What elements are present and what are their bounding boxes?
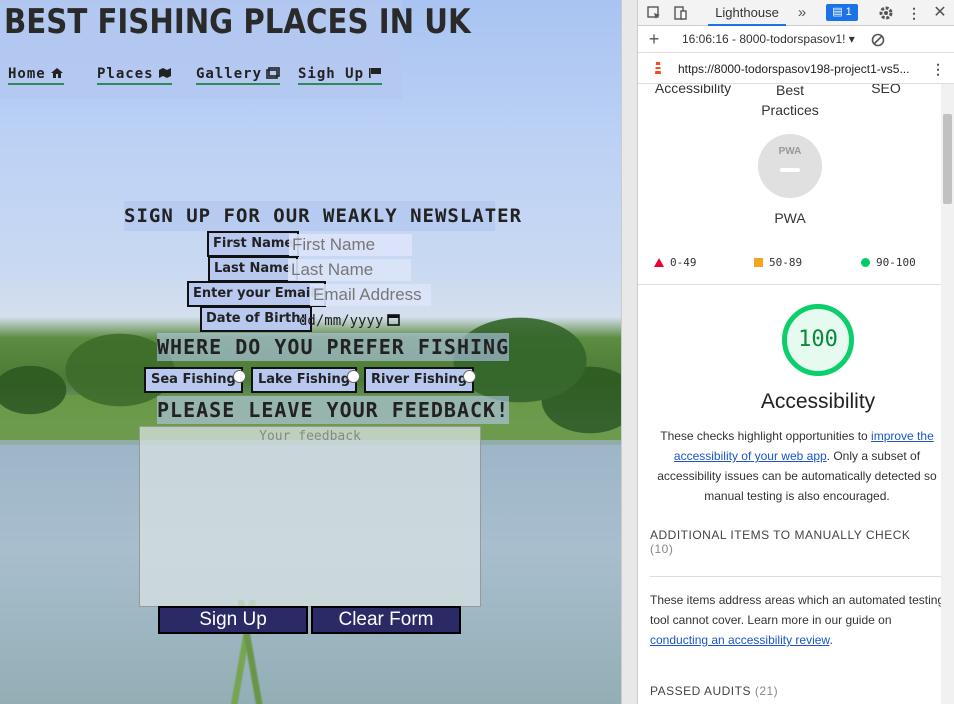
lighthouse-report: Accessibility Best Practices SEO PWA PWA… [638, 84, 941, 704]
places-icon [158, 68, 171, 78]
divider [638, 284, 941, 285]
manual-check-count: (10) [650, 542, 674, 556]
pass-circle-icon [861, 258, 870, 267]
preference-heading: WHERE DO YOU PREFER FISHING [157, 333, 510, 361]
dob-input[interactable]: dd/mm/yyyy [296, 310, 421, 332]
nav-gallery[interactable]: Gallery [196, 66, 281, 85]
sea-fishing-radio[interactable] [233, 370, 246, 383]
accessibility-heading: Accessibility [760, 390, 876, 413]
manual-check-description: These items address areas which an autom… [650, 590, 941, 650]
nav-home-label: Home [8, 66, 46, 82]
more-tabs-icon[interactable]: » [794, 5, 810, 21]
report-url-bar: https://8000-todorspasov198-project1-vs5… [638, 54, 954, 84]
divider [650, 576, 941, 577]
report-menu-icon[interactable]: ⋮ [930, 61, 946, 77]
issues-badge[interactable]: ▤ 1 [826, 4, 858, 21]
settings-icon[interactable] [878, 5, 894, 21]
accessibility-score-gauge: 100 [782, 304, 854, 376]
scroll-thumb[interactable] [943, 114, 952, 204]
clear-reports-icon[interactable] [870, 32, 886, 48]
flag-icon [369, 68, 382, 78]
pwa-gauge[interactable]: PWA [758, 134, 822, 198]
description-text: These checks highlight opportunities to [660, 429, 872, 443]
category-seo[interactable]: SEO [856, 84, 916, 96]
report-selector-label: 16:06:16 - 8000-todorspasov1! [682, 32, 846, 46]
nav-home[interactable]: Home [8, 66, 64, 85]
first-name-label: First Name [207, 231, 300, 257]
nav-places[interactable]: Places [97, 66, 172, 85]
home-icon [50, 68, 63, 78]
accessibility-review-link[interactable]: conducting an accessibility review [650, 633, 829, 647]
river-fishing-radio[interactable] [463, 370, 476, 383]
accessibility-score: 100 [798, 327, 838, 352]
feedback-placeholder: Your feedback [259, 429, 361, 444]
chevron-down-icon: ▾ [848, 32, 855, 46]
feedback-textarea[interactable]: Your feedback [139, 426, 481, 607]
devtools-toolbar: Lighthouse » ▤ 1 ⋮ ✕ [638, 0, 954, 26]
issues-count: 1 [845, 6, 852, 18]
sign-up-button[interactable]: Sign Up [158, 606, 308, 634]
legend-average: 50-89 [754, 256, 802, 269]
passed-audits-section[interactable]: PASSED AUDITS (21) [650, 684, 778, 698]
feedback-heading: PLEASE LEAVE YOUR FEEDBACK! [157, 396, 510, 424]
nav-sign-up[interactable]: Sigh Up [298, 66, 383, 85]
lighthouse-logo-icon [655, 62, 661, 74]
passed-audits-count: (21) [754, 684, 779, 698]
tab-lighthouse[interactable]: Lighthouse [708, 0, 786, 26]
pwa-label: PWA [774, 210, 806, 226]
nav-gallery-label: Gallery [196, 66, 263, 82]
site-title: BEST FISHING PLACES IN UK [4, 2, 471, 42]
more-options-icon[interactable]: ⋮ [906, 5, 922, 21]
inspect-icon[interactable] [646, 5, 662, 21]
legend-fail: 0-49 [654, 256, 697, 269]
last-name-label: Last Name [208, 256, 298, 282]
newsletter-title: SIGN UP FOR OUR WEAKLY NEWSLATER [124, 201, 521, 231]
sea-fishing-label[interactable]: Sea Fishing [144, 367, 243, 393]
clear-form-button[interactable]: Clear Form [311, 606, 461, 634]
lighthouse-toolbar: + 16:06:16 - 8000-todorspasov1! ▾ [638, 27, 954, 53]
pane-divider[interactable] [621, 0, 638, 704]
river-fishing-label[interactable]: River Fishing [364, 367, 475, 393]
new-report-icon[interactable]: + [646, 30, 662, 48]
email-label: Enter your Email: [187, 281, 327, 307]
close-icon[interactable]: ✕ [932, 5, 948, 21]
average-square-icon [754, 258, 763, 267]
nav-sign-up-label: Sigh Up [298, 66, 365, 82]
dob-placeholder: dd/mm/yyyy [299, 313, 384, 329]
dob-label: Date of Birth: [200, 306, 312, 332]
report-url[interactable]: https://8000-todorspasov198-project1-vs5… [678, 62, 909, 76]
pwa-dash-icon [780, 168, 800, 172]
category-best-practices[interactable]: Best Practices [750, 84, 830, 120]
report-selector[interactable]: 16:06:16 - 8000-todorspasov1! ▾ [682, 32, 855, 46]
devtools-panel: Lighthouse » ▤ 1 ⋮ ✕ + 16:06:16 - 8000-t… [638, 0, 954, 704]
manual-check-title: ADDITIONAL ITEMS TO MANUALLY CHECK [650, 528, 911, 542]
nav-places-label: Places [97, 66, 154, 82]
passed-audits-title: PASSED AUDITS [650, 684, 751, 698]
lake-fishing-radio[interactable] [347, 370, 360, 383]
gallery-icon [266, 67, 280, 79]
report-scrollbar[interactable] [941, 84, 954, 704]
email-input[interactable]: Email Address [310, 284, 431, 306]
calendar-icon[interactable] [387, 313, 401, 326]
manual-text: These items address areas which an autom… [650, 593, 941, 627]
legend-pass: 90-100 [861, 256, 916, 269]
legend-average-label: 50-89 [769, 256, 803, 269]
first-name-input[interactable]: First Name [289, 234, 412, 256]
category-accessibility[interactable]: Accessibility [648, 84, 738, 96]
website-viewport: BEST FISHING PLACES IN UK Home Places Ga… [0, 0, 621, 704]
site-header: BEST FISHING PLACES IN UK Home Places Ga… [0, 0, 471, 99]
issues-icon: ▤ [832, 6, 846, 18]
last-name-input[interactable]: Last Name [288, 259, 411, 281]
pwa-badge: PWA [778, 146, 802, 157]
manual-check-section[interactable]: ADDITIONAL ITEMS TO MANUALLY CHECK (10) [650, 528, 910, 556]
accessibility-description: These checks highlight opportunities to … [652, 426, 941, 506]
legend-fail-label: 0-49 [670, 256, 697, 269]
legend-pass-label: 90-100 [876, 256, 916, 269]
lake-fishing-label[interactable]: Lake Fishing [251, 367, 358, 393]
fail-triangle-icon [654, 258, 664, 267]
manual-text-end: . [829, 633, 833, 647]
device-toggle-icon[interactable] [672, 5, 688, 21]
